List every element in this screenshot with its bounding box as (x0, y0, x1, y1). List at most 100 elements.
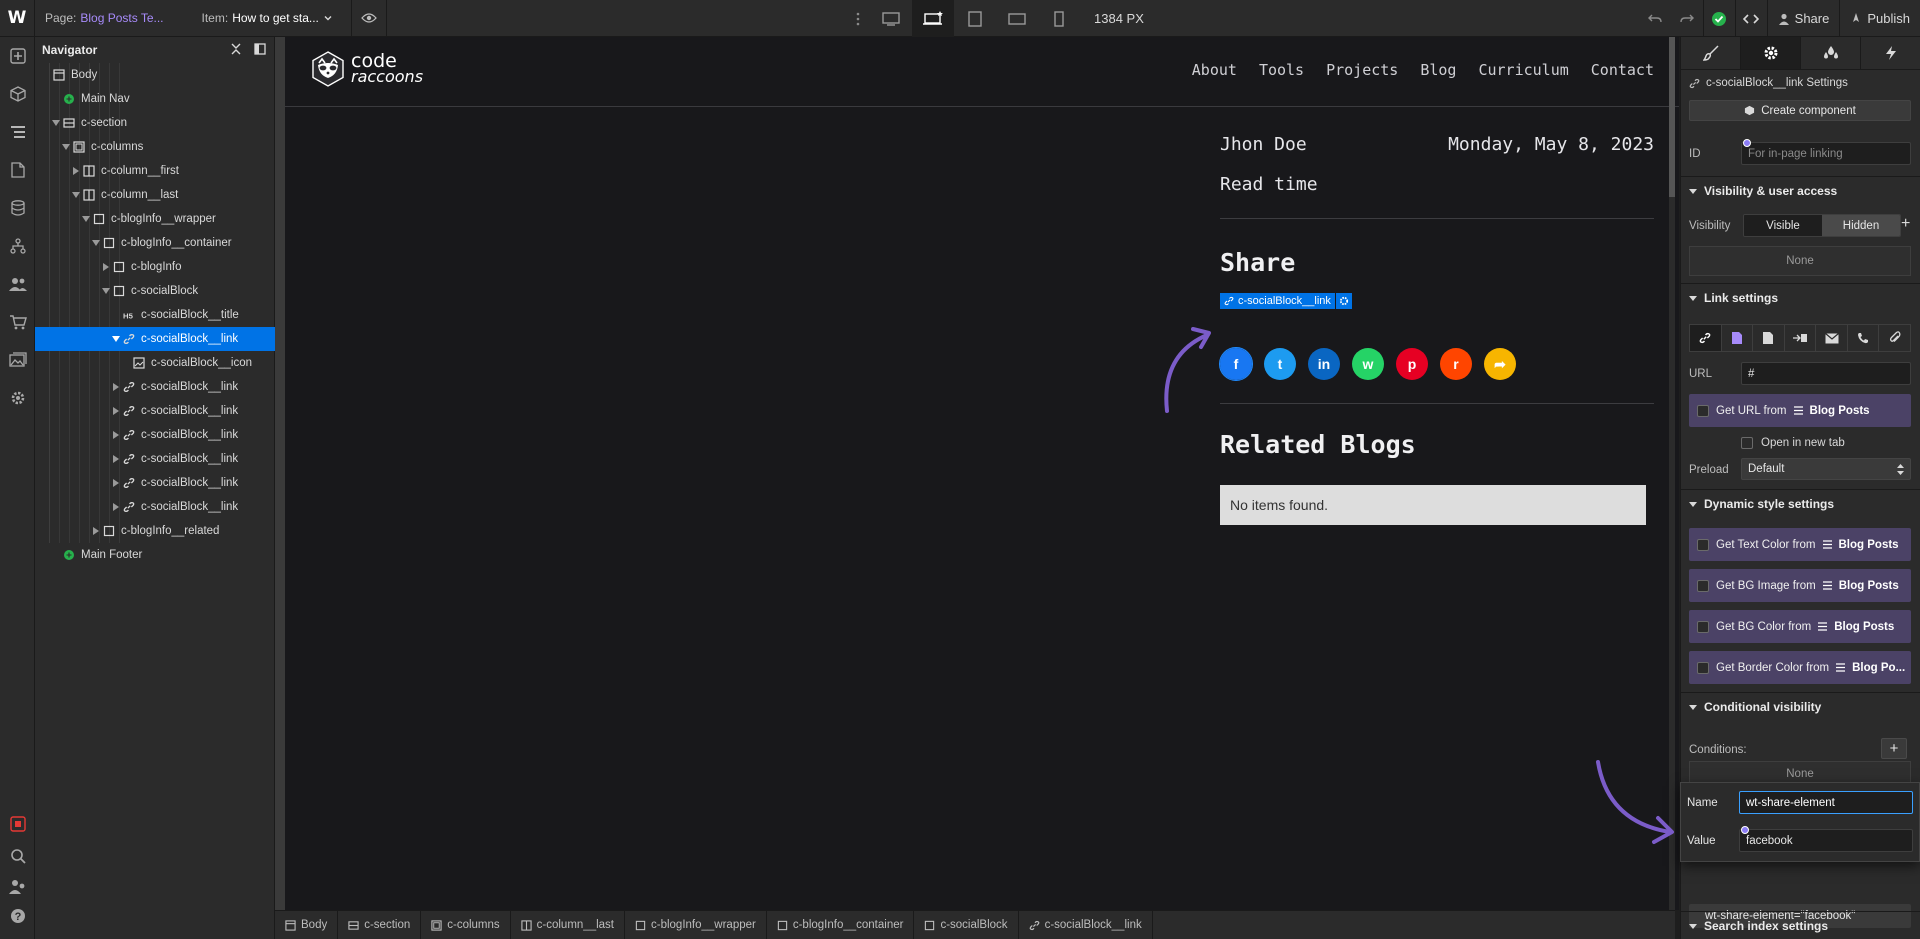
navigator-item[interactable]: c-column__first (35, 159, 275, 183)
navigator-item[interactable]: c-blogInfo__container (35, 231, 275, 255)
navigator-item[interactable]: c-socialBlock (35, 279, 275, 303)
selected-element-tag[interactable]: c-socialBlock__link (1220, 293, 1352, 309)
pinterest-icon[interactable]: p (1396, 348, 1428, 380)
dyn-text-color-binding[interactable]: Get Text Color from Blog Posts (1689, 528, 1911, 561)
site-menu-link[interactable]: Tools (1259, 61, 1304, 79)
link-phone-icon[interactable] (1848, 325, 1880, 351)
caret-right-icon[interactable] (101, 262, 111, 272)
navigator-item[interactable]: c-socialBlock__link (35, 471, 275, 495)
link-settings-section-header[interactable]: Link settings (1681, 283, 1920, 311)
navigator-item[interactable]: c-socialBlock__link (35, 327, 275, 351)
twitter-icon[interactable]: t (1264, 348, 1296, 380)
attribute-value-input[interactable]: facebook (1739, 829, 1913, 852)
hidden-option[interactable]: Hidden (1822, 215, 1900, 236)
breadcrumb-item[interactable]: c-column__last (511, 910, 625, 939)
dyn-bg-color-binding[interactable]: Get BG Color from Blog Posts (1689, 610, 1911, 643)
visible-option[interactable]: Visible (1744, 215, 1822, 236)
site-menu-link[interactable]: About (1192, 61, 1237, 79)
dyn-text-checkbox[interactable] (1697, 538, 1709, 551)
get-url-checkbox[interactable] (1697, 404, 1709, 417)
whatsapp-icon[interactable]: w (1352, 348, 1384, 380)
breadcrumb-item[interactable]: Body (275, 910, 339, 939)
breadcrumb-item[interactable]: c-columns (421, 910, 511, 939)
dyn-border-checkbox[interactable] (1697, 661, 1709, 674)
open-new-tab-checkbox[interactable] (1741, 437, 1753, 449)
navigator-item[interactable]: c-column__last (35, 183, 275, 207)
add-visibility-icon[interactable]: + (1901, 215, 1910, 233)
link-page-icon[interactable] (1753, 325, 1785, 351)
navigator-item[interactable]: c-socialBlock__link (35, 375, 275, 399)
site-logo[interactable]: code raccoons (311, 51, 423, 87)
tablet-breakpoint-icon[interactable] (954, 0, 996, 37)
navigator-item[interactable]: c-columns (35, 135, 275, 159)
navigator-item[interactable]: c-blogInfo__related (35, 519, 275, 543)
webflow-logo[interactable]: W (0, 0, 35, 37)
url-input[interactable]: # (1741, 362, 1911, 385)
binding-dot[interactable] (1741, 826, 1749, 834)
tab-style-brush-icon[interactable] (1681, 37, 1741, 69)
cms-database-icon[interactable] (0, 189, 35, 227)
breadcrumb-item[interactable]: c-blogInfo__container (767, 910, 915, 939)
site-menu-link[interactable]: Contact (1591, 61, 1654, 79)
pages-icon[interactable] (0, 151, 35, 189)
link-url-icon[interactable] (1690, 325, 1722, 351)
link-section-icon[interactable] (1785, 325, 1817, 351)
caret-down-icon[interactable] (91, 238, 101, 248)
logic-icon[interactable] (0, 227, 35, 265)
navigator-item[interactable]: c-blogInfo (35, 255, 275, 279)
publish-button[interactable]: Publish (1839, 0, 1920, 37)
navigator-item[interactable]: c-socialBlock__link (35, 495, 275, 519)
code-icon[interactable] (1734, 0, 1767, 37)
navigator-item[interactable]: c-blogInfo__wrapper (35, 207, 275, 231)
get-url-binding[interactable]: Get URL from Blog Posts (1689, 394, 1911, 427)
caret-right-icon[interactable] (111, 502, 121, 512)
caret-right-icon[interactable] (111, 478, 121, 488)
breadcrumb-item[interactable]: c-blogInfo__wrapper (625, 910, 767, 939)
preview-eye-icon[interactable] (350, 0, 387, 37)
site-menu-link[interactable]: Projects (1326, 61, 1398, 79)
share-button[interactable]: Share (1766, 0, 1840, 37)
desktop-breakpoint-icon[interactable] (912, 0, 954, 37)
navigator-icon[interactable] (0, 113, 35, 151)
desktop-large-breakpoint-icon[interactable] (870, 0, 912, 37)
add-elements-icon[interactable] (0, 37, 35, 75)
conditional-visibility-section-header[interactable]: Conditional visibility (1681, 692, 1920, 720)
caret-right-icon[interactable] (71, 166, 81, 176)
open-new-tab-row[interactable]: Open in new tab (1741, 437, 1845, 449)
navigator-item[interactable]: Body (35, 63, 275, 87)
status-check-icon[interactable] (1702, 0, 1735, 37)
mobile-portrait-breakpoint-icon[interactable] (1038, 0, 1080, 37)
create-component-button[interactable]: Create component (1689, 100, 1911, 121)
navigator-item[interactable]: H5 c-socialBlock__title (35, 303, 275, 327)
users-icon[interactable] (0, 265, 35, 303)
caret-down-icon[interactable] (111, 334, 121, 344)
attribute-name-input[interactable]: wt-share-element (1739, 791, 1913, 814)
help-icon[interactable]: ? (0, 897, 35, 935)
dock-panel-icon[interactable] (254, 43, 266, 55)
breadcrumb-item[interactable]: c-socialBlock (914, 910, 1019, 939)
reddit-icon[interactable]: r (1440, 348, 1472, 380)
caret-right-icon[interactable] (91, 526, 101, 536)
navigator-item[interactable]: c-section (35, 111, 275, 135)
caret-down-icon[interactable] (81, 214, 91, 224)
caret-right-icon[interactable] (111, 454, 121, 464)
designer-canvas[interactable]: code raccoons About Tools Projects Blog Curr… (275, 37, 1679, 910)
dyn-bgcolor-checkbox[interactable] (1697, 620, 1709, 633)
settings-gear-icon[interactable] (0, 379, 35, 417)
components-icon[interactable] (0, 75, 35, 113)
assets-image-icon[interactable] (0, 341, 35, 379)
dyn-bgimg-checkbox[interactable] (1697, 579, 1709, 592)
navigator-item[interactable]: c-socialBlock__link (35, 399, 275, 423)
navigator-item[interactable]: c-socialBlock__icon (35, 351, 275, 375)
mobile-landscape-breakpoint-icon[interactable] (996, 0, 1038, 37)
tab-settings-gear-icon[interactable] (1741, 37, 1801, 69)
caret-down-icon[interactable] (71, 190, 81, 200)
tab-style-manager-drops-icon[interactable] (1801, 37, 1861, 69)
dynamic-style-section-header[interactable]: Dynamic style settings (1681, 489, 1920, 517)
site-menu-link[interactable]: Curriculum (1478, 61, 1568, 79)
dyn-border-color-binding[interactable]: Get Border Color from Blog Po... (1689, 651, 1911, 684)
binding-dot[interactable] (1743, 139, 1751, 147)
canvas-scroll-thumb[interactable] (1669, 37, 1675, 197)
linkedin-icon[interactable]: in (1308, 348, 1340, 380)
navigator-item[interactable]: Main Footer (35, 543, 275, 567)
